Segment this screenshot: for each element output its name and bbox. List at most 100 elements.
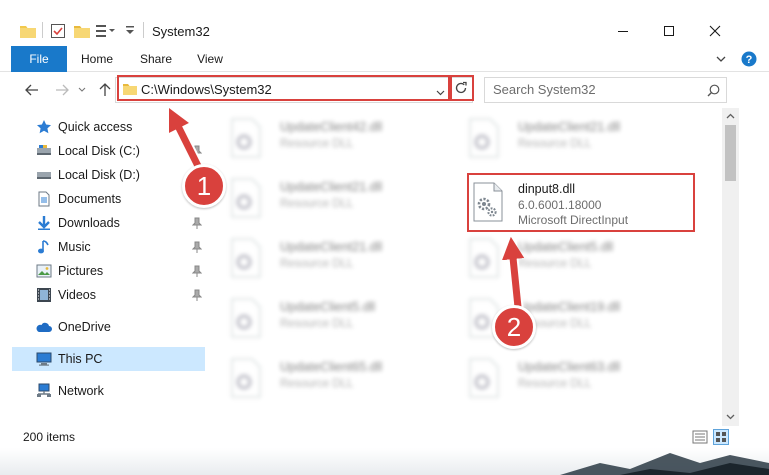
- list-item[interactable]: UpdateClient5.dll Resource DLL: [444, 230, 680, 286]
- minimize-button[interactable]: [600, 16, 646, 46]
- list-item[interactable]: UpdateClient21.dll Resource DLL: [444, 110, 680, 166]
- mountain-image: [560, 453, 769, 475]
- chevron-down-icon: [78, 87, 86, 92]
- file-name: UpdateClient19.dll: [518, 300, 621, 314]
- pc-icon: [36, 352, 52, 366]
- star-icon: [37, 120, 51, 134]
- folder-icon: [20, 24, 36, 38]
- drive-icon: [37, 145, 51, 155]
- list-item[interactable]: UpdateClient21.dll Resource DLL: [206, 230, 442, 286]
- scrollbar-thumb[interactable]: [725, 125, 736, 181]
- separator: [42, 22, 43, 38]
- help-icon: ?: [741, 51, 757, 67]
- sidebar-item-network[interactable]: Network: [12, 379, 205, 403]
- search-input[interactable]: [493, 82, 693, 97]
- list-item[interactable]: UpdateClient65.dll Resource DLL: [206, 350, 442, 406]
- sidebar-item-label: Music: [58, 240, 91, 254]
- tiles-view-icon[interactable]: [713, 429, 729, 445]
- up-button[interactable]: [95, 80, 115, 100]
- new-folder-icon[interactable]: [74, 24, 90, 38]
- svg-text:?: ?: [746, 54, 753, 66]
- file-type: Resource DLL: [518, 378, 592, 390]
- sidebar-item-quick-access[interactable]: Quick access: [12, 115, 205, 139]
- dll-file-icon: [469, 118, 499, 158]
- tab-home[interactable]: Home: [73, 46, 121, 72]
- recent-locations-button[interactable]: [76, 80, 88, 100]
- sidebar-item-local-disk-d[interactable]: Local Disk (D:): [12, 163, 205, 187]
- file-name: UpdateClient42.dll: [280, 120, 383, 134]
- sidebar-item-videos[interactable]: Videos: [12, 283, 205, 307]
- file-type: Resource DLL: [280, 198, 354, 210]
- maximize-button[interactable]: [646, 16, 692, 46]
- sidebar-item-label: Network: [58, 384, 104, 398]
- forward-button[interactable]: [52, 80, 72, 100]
- file-type: Resource DLL: [518, 258, 592, 270]
- file-name: UpdateClient21.dll: [518, 120, 621, 134]
- separator: [143, 22, 144, 38]
- dll-file-icon: [469, 238, 499, 278]
- dll-file-icon: [231, 298, 261, 338]
- network-icon: [37, 383, 51, 397]
- music-icon: [38, 240, 49, 254]
- back-button[interactable]: [22, 80, 42, 100]
- list-item[interactable]: UpdateClient63.dll Resource DLL: [444, 350, 680, 406]
- file-name: UpdateClient21.dll: [280, 180, 383, 194]
- pin-icon[interactable]: [192, 145, 202, 157]
- address-highlight-box: [117, 75, 452, 101]
- pictures-icon: [36, 264, 52, 278]
- sidebar-item-documents[interactable]: Documents: [12, 187, 205, 211]
- details-view-icon[interactable]: [692, 429, 708, 445]
- sidebar-item-this-pc[interactable]: This PC: [12, 347, 205, 371]
- dll-file-icon: [469, 358, 499, 398]
- navigation-pane: Quick access Local Disk (C:) Local Disk …: [12, 108, 205, 426]
- customize-toolbar-icon[interactable]: [96, 24, 118, 38]
- videos-icon: [37, 288, 51, 302]
- chevron-down-icon: [716, 56, 726, 62]
- pin-icon[interactable]: [192, 289, 202, 301]
- scroll-down-icon[interactable]: [726, 412, 735, 421]
- tab-file[interactable]: File: [11, 46, 67, 72]
- window-title: System32: [152, 24, 210, 39]
- step-1-badge: 1: [182, 164, 226, 208]
- vertical-scrollbar[interactable]: [722, 108, 739, 426]
- chevron-down-icon[interactable]: [124, 24, 136, 38]
- sidebar-item-label: Downloads: [58, 216, 120, 230]
- sidebar-item-label: Local Disk (D:): [58, 168, 140, 182]
- search-icon: [707, 84, 720, 97]
- close-button[interactable]: [692, 16, 738, 46]
- search-box[interactable]: [484, 77, 727, 103]
- sidebar-item-downloads[interactable]: Downloads: [12, 211, 205, 235]
- sidebar-item-onedrive[interactable]: OneDrive: [12, 315, 205, 339]
- sidebar-item-label: Pictures: [58, 264, 104, 278]
- download-icon: [38, 216, 50, 230]
- file-name: UpdateClient5.dll: [518, 240, 614, 254]
- sidebar-item-pictures[interactable]: Pictures: [12, 259, 205, 283]
- desktop-background: [0, 448, 769, 475]
- help-button[interactable]: ?: [741, 51, 757, 70]
- list-item[interactable]: UpdateClient21.dll Resource DLL: [206, 170, 442, 226]
- close-icon: [709, 25, 721, 37]
- list-item[interactable]: UpdateClient19.dll Resource DLL: [444, 290, 680, 346]
- pin-icon[interactable]: [192, 217, 202, 229]
- list-item[interactable]: UpdateClient42.dll Resource DLL: [206, 110, 442, 166]
- file-type: Resource DLL: [280, 318, 354, 330]
- scroll-up-icon[interactable]: [726, 112, 735, 121]
- properties-icon[interactable]: [50, 23, 66, 39]
- refresh-highlight-box: [448, 75, 474, 101]
- pin-icon[interactable]: [192, 265, 202, 277]
- list-item[interactable]: UpdateClient5.dll Resource DLL: [206, 290, 442, 346]
- tab-share[interactable]: Share: [132, 46, 180, 72]
- file-type: Resource DLL: [280, 258, 354, 270]
- sidebar-item-music[interactable]: Music: [12, 235, 205, 259]
- pin-icon[interactable]: [192, 241, 202, 253]
- sidebar-item-label: Quick access: [58, 120, 133, 134]
- sidebar-item-local-disk-c[interactable]: Local Disk (C:): [12, 139, 205, 163]
- arrow-up-icon: [99, 83, 111, 96]
- file-list: UpdateClient42.dll Resource DLL UpdateCl…: [206, 108, 722, 426]
- tab-view[interactable]: View: [188, 46, 232, 72]
- sidebar-item-label: OneDrive: [58, 320, 111, 334]
- sidebar-item-label: Documents: [58, 192, 122, 206]
- dll-file-icon: [231, 238, 261, 278]
- file-name: UpdateClient21.dll: [280, 240, 383, 254]
- expand-ribbon-button[interactable]: [715, 53, 727, 68]
